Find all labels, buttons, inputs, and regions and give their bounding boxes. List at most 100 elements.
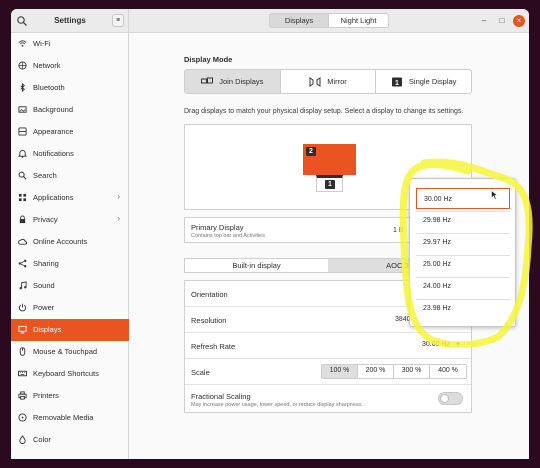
sidebar-item-mouse-touchpad[interactable]: Mouse & Touchpad xyxy=(11,341,129,363)
scale-option[interactable]: 100 % xyxy=(322,365,358,378)
mouse-icon xyxy=(19,347,26,356)
search-icon xyxy=(18,171,27,180)
chevron-right-icon: › xyxy=(117,214,120,223)
refresh-rate-option[interactable]: 29.98 Hz xyxy=(416,210,510,231)
sidebar-item-printers[interactable]: Printers xyxy=(11,385,129,407)
scale-option[interactable]: 400 % xyxy=(430,365,466,378)
bell-icon xyxy=(18,149,27,158)
minimize-button[interactable]: – xyxy=(478,15,490,27)
appearance-icon xyxy=(18,127,27,136)
power-icon xyxy=(18,303,27,312)
sidebar-item-label: Power xyxy=(33,303,55,312)
monitor-number: 2 xyxy=(306,147,316,156)
sidebar-item-privacy[interactable]: Privacy › xyxy=(11,209,129,231)
sidebar-item-displays[interactable]: Displays xyxy=(11,319,129,341)
refresh-rate-option[interactable]: 25.00 Hz xyxy=(416,254,510,275)
scale-selector: 100 % 200 % 300 % 400 % xyxy=(321,364,467,379)
sidebar-item-label: Sharing xyxy=(33,259,59,268)
music-icon xyxy=(19,281,27,290)
close-button[interactable]: × xyxy=(513,15,525,27)
minimize-icon: – xyxy=(481,16,487,25)
mouse-cursor-icon xyxy=(491,190,498,200)
sidebar-item-power[interactable]: Power xyxy=(11,297,129,319)
network-icon xyxy=(18,61,27,70)
sidebar-item-notifications[interactable]: Notifications xyxy=(11,143,129,165)
sidebar-item-label: Color xyxy=(33,435,51,444)
tab-displays[interactable]: Displays xyxy=(269,13,329,28)
sidebar-item-label: Mouse & Touchpad xyxy=(33,347,98,356)
sidebar-item-label: Bluetooth xyxy=(33,83,65,92)
orientation-label: Orientation xyxy=(191,290,228,299)
refresh-rate-popover: 30.00 Hz 29.98 Hz 29.97 Hz 25.00 Hz 24.0… xyxy=(409,178,516,327)
sidebar-item-label: Online Accounts xyxy=(33,237,88,246)
single-display-icon: 1 xyxy=(391,77,402,87)
sidebar-item-sound[interactable]: Sound xyxy=(11,275,129,297)
display-icon xyxy=(18,325,27,334)
sidebar-item-bluetooth[interactable]: Bluetooth xyxy=(11,77,129,99)
tab-built-in-display[interactable]: Built-in display xyxy=(185,259,328,272)
scale-row: Scale 100 % 200 % 300 % 400 % xyxy=(185,359,471,385)
primary-display-title: Primary Display xyxy=(191,223,244,232)
fractional-scaling-row: Fractional Scaling May increase power us… xyxy=(185,385,471,413)
refresh-rate-option[interactable]: 29.97 Hz xyxy=(416,232,510,253)
sidebar-item-label: Removable Media xyxy=(33,413,94,422)
sidebar-item-label: Search xyxy=(33,171,57,180)
refresh-rate-option[interactable]: 23.98 Hz xyxy=(416,298,510,319)
mirror-icon xyxy=(309,76,321,87)
scale-option[interactable]: 200 % xyxy=(358,365,394,378)
sidebar-item-label: Notifications xyxy=(33,149,74,158)
join-displays-icon xyxy=(201,77,214,83)
header-tabs: Displays Night Light xyxy=(269,13,389,28)
content-header: Displays Night Light – □ × xyxy=(129,9,529,33)
refresh-rate-option[interactable]: 24.00 Hz xyxy=(416,276,510,297)
fractional-scaling-toggle[interactable] xyxy=(438,392,463,405)
mirror-label: Mirror xyxy=(327,77,347,86)
primary-display-value: 1 B xyxy=(393,227,404,234)
close-icon: × xyxy=(516,16,522,25)
single-display-label: Single Display xyxy=(408,77,457,86)
apps-icon xyxy=(18,193,27,202)
maximize-icon: □ xyxy=(499,16,505,25)
menu-button[interactable]: ≡ xyxy=(112,14,124,27)
share-icon xyxy=(18,259,27,268)
media-icon xyxy=(18,413,27,422)
maximize-button[interactable]: □ xyxy=(496,15,508,27)
sidebar-item-keyboard-shortcuts[interactable]: Keyboard Shortcuts xyxy=(11,363,129,385)
sidebar-item-appearance[interactable]: Appearance xyxy=(11,121,129,143)
sidebar-item-label: Keyboard Shortcuts xyxy=(33,369,99,378)
sidebar-item-label: Displays xyxy=(33,325,62,334)
single-display-button[interactable]: 1 Single Display xyxy=(376,70,471,93)
background-icon xyxy=(18,106,27,113)
join-displays-button[interactable]: Join Displays xyxy=(185,70,281,93)
mirror-button[interactable]: Mirror xyxy=(281,70,377,93)
sidebar-item-network[interactable]: Network xyxy=(11,55,129,77)
sidebar-item-color[interactable]: Color xyxy=(11,429,129,451)
svg-text:1: 1 xyxy=(395,80,399,87)
fractional-scaling-subtitle: May increase power usage, lower speed, o… xyxy=(191,402,363,408)
monitor-2[interactable]: 2 xyxy=(303,144,356,175)
refresh-rate-label: Refresh Rate xyxy=(191,342,236,351)
sidebar-item-search[interactable]: Search xyxy=(11,165,129,187)
hamburger-icon: ≡ xyxy=(115,17,121,24)
sidebar-item-background[interactable]: Background xyxy=(11,99,129,121)
sidebar-item-wifi[interactable]: Wi-Fi xyxy=(11,33,129,55)
refresh-rate-select[interactable]: 30.00 Hz ▼ xyxy=(422,341,461,348)
scale-label: Scale xyxy=(191,368,210,377)
bluetooth-icon xyxy=(20,83,25,92)
monitor-number: 1 xyxy=(325,180,335,189)
sidebar-item-label: Sound xyxy=(33,281,55,290)
display-mode-selector: Join Displays Mirror 1 Single Display xyxy=(184,69,472,94)
monitor-1[interactable]: 1 xyxy=(316,175,343,192)
sidebar-item-applications[interactable]: Applications › xyxy=(11,187,129,209)
sidebar-item-label: Background xyxy=(33,105,74,114)
scale-option[interactable]: 300 % xyxy=(394,365,430,378)
refresh-rate-row[interactable]: Refresh Rate 30.00 Hz ▼ xyxy=(185,333,471,359)
sidebar-item-online-accounts[interactable]: Online Accounts xyxy=(11,231,129,253)
sidebar-header: Settings ≡ xyxy=(11,9,129,33)
tab-night-light[interactable]: Night Light xyxy=(329,13,389,28)
resolution-label: Resolution xyxy=(191,316,227,325)
toggle-knob xyxy=(440,394,449,403)
chevron-down-icon: ▼ xyxy=(454,342,461,348)
sidebar-item-removable-media[interactable]: Removable Media xyxy=(11,407,129,429)
sidebar-item-sharing[interactable]: Sharing xyxy=(11,253,129,275)
